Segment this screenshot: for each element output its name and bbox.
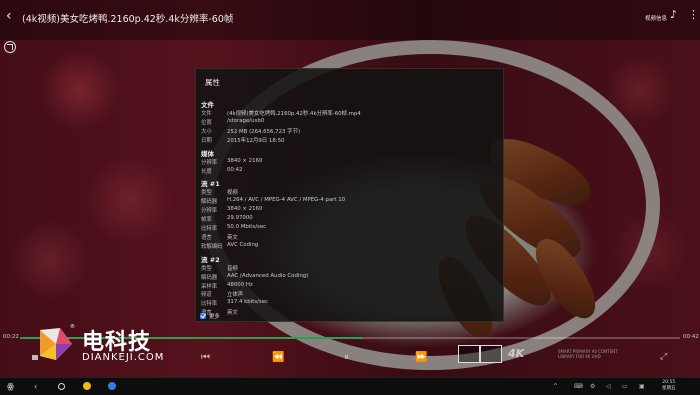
property-value: AAC (Advanced Audio Coding)	[227, 272, 309, 279]
taskbar: ꙮ ‹ ^ ⌨ ⚙ ◁ ▭ ▣ 20:55 星期五	[0, 377, 700, 395]
previous-icon[interactable]: ⏮	[201, 352, 210, 363]
property-key: 比特率	[201, 226, 218, 232]
property-value: 英文	[227, 234, 238, 241]
keyboard-icon[interactable]: ⌨	[574, 383, 583, 390]
property-value: AVC Coding	[227, 241, 259, 248]
nav-home-icon[interactable]	[58, 383, 65, 390]
property-value: 317.4 kbits/sec	[227, 299, 269, 306]
property-value: 252 MB (264,656,723 字节)	[227, 128, 301, 135]
property-value: 音频	[227, 265, 238, 272]
watermark-caption: SMART PRIMARY AV CONTENT LIBRARY FOR 4K …	[558, 349, 618, 359]
property-value: H.264 / AVC / MPEG-4 AVC / MPEG-4 part 1…	[227, 197, 346, 204]
property-value: 50.0 Mbits/sec	[227, 224, 267, 230]
video-player-app-icon[interactable]	[108, 382, 116, 390]
property-key: 帧率	[201, 217, 212, 224]
pause-icon[interactable]: ⏸	[344, 352, 349, 363]
nav-back-icon[interactable]: ‹	[34, 381, 37, 392]
screenshot-icon[interactable]: ▣	[639, 383, 645, 390]
property-key: 语言	[201, 310, 212, 317]
time-total: 00:42	[683, 334, 699, 340]
dialog-title: 属性	[205, 78, 220, 87]
clock-day: 星期五	[662, 386, 676, 391]
property-key: 文件	[201, 111, 212, 117]
property-key: 大小	[201, 128, 212, 135]
watermark-box	[480, 345, 502, 363]
more-menu-icon[interactable]: ⋮	[688, 8, 699, 21]
property-key: 解码器	[201, 199, 218, 206]
property-value: 00:42	[227, 166, 243, 173]
property-key: 比特率	[201, 301, 218, 308]
rotate-icon[interactable]	[4, 41, 16, 53]
property-value: 48000 Hz	[227, 281, 253, 288]
fast-forward-icon[interactable]: ⏩	[415, 352, 427, 363]
property-key: 分辨率	[201, 159, 218, 166]
section-heading: 文件	[201, 101, 214, 109]
settings-icon[interactable]: ⚙	[590, 383, 595, 390]
property-key: 类型	[201, 265, 212, 272]
property-value: /storage/usb0	[227, 117, 265, 124]
watermark-4k: 4K	[508, 347, 525, 360]
property-value: 3840 × 2160	[227, 157, 263, 164]
music-note-icon[interactable]: ♪	[670, 8, 677, 21]
properties-dialog: 属性 更多 文件 文件 (4k视频)美女吃烤鸭.2160p.42秒.4k分辨率-60…	[195, 68, 504, 322]
fullscreen-icon[interactable]: ⤢	[660, 352, 667, 362]
rewind-icon[interactable]: ⏪	[272, 352, 284, 363]
property-value: 2015年12月9日 18:50	[227, 137, 285, 144]
logo-registered: ®	[70, 324, 75, 330]
section-heading: 媒体	[201, 149, 214, 158]
top-bar: ‹ (4k视频)美女吃烤鸭.2160p.42秒.4k分辨率-60帧 视频信息 ♪…	[0, 0, 700, 40]
back-icon[interactable]: ‹	[6, 9, 20, 23]
watermark: 4K SMART PRIMARY AV CONTENT LIBRARY FOR …	[458, 345, 618, 365]
property-key: 类型	[201, 190, 212, 197]
property-key: 解码器	[201, 274, 218, 281]
volume-icon[interactable]: ◁	[606, 383, 611, 390]
info-label[interactable]: 视频信息	[645, 14, 667, 22]
property-key: 频道	[201, 292, 212, 299]
diankeji-logo-icon	[40, 328, 72, 360]
property-key: 分辨率	[201, 208, 218, 215]
chevron-up-icon[interactable]: ^	[553, 383, 558, 390]
section-heading: 流 #1	[201, 180, 220, 189]
video-title: (4k视频)美女吃烤鸭.2160p.42秒.4k分辨率-60帧	[22, 14, 234, 25]
property-value: (4k视频)美女吃烤鸭.2160p.42秒.4k分辨率-60帧.mp4	[227, 111, 361, 117]
property-value: 立体声	[227, 292, 244, 299]
app-icon[interactable]	[83, 382, 91, 390]
section-heading: 流 #2	[201, 255, 220, 264]
property-value: 3840 × 2160	[227, 206, 263, 213]
property-key: 位置	[201, 119, 212, 126]
logo-text-en: DIANKEJI.COM	[82, 352, 165, 363]
watermark-box	[458, 345, 480, 363]
property-key: 长度	[201, 168, 212, 175]
property-value: 视频	[227, 190, 238, 197]
clock[interactable]: 20:55 星期五	[662, 380, 676, 392]
property-key: 软解编码	[201, 243, 223, 250]
app-launcher-icon[interactable]: ꙮ	[7, 381, 14, 392]
network-icon[interactable]: ▭	[622, 383, 628, 390]
time-elapsed: 00:22	[3, 334, 19, 340]
property-key: 语言	[201, 234, 212, 241]
property-key: 采样率	[201, 283, 218, 290]
property-value: 英文	[227, 310, 238, 317]
property-key: 日期	[201, 137, 212, 144]
property-value: 29.97000	[227, 215, 253, 222]
